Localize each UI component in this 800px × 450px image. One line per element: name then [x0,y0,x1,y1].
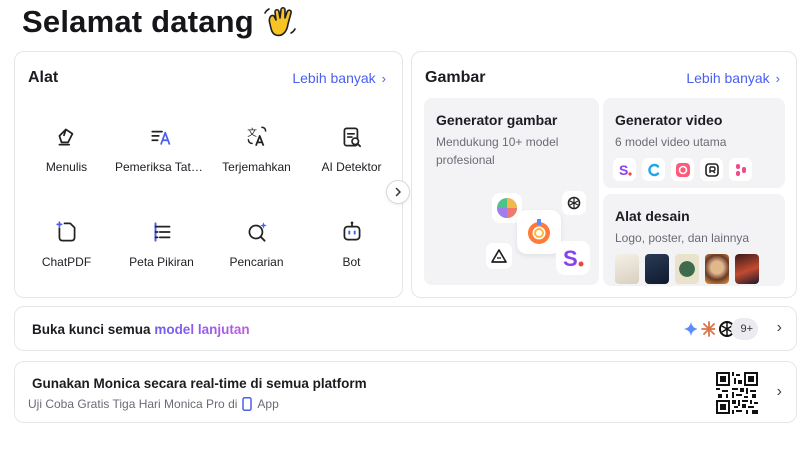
translate-icon: 文 [247,126,266,146]
bot-icon [343,221,360,241]
tool-label: Bot [342,255,361,269]
unlock-text-highlight: model lanjutan [154,322,250,337]
s-logo-icon: S [563,246,584,271]
tools-card-title: Alat [28,69,59,86]
waving-hand-icon [264,6,296,37]
tool-translate[interactable]: 文 Terjemahkan [209,120,304,215]
design-tools-desc: Logo, poster, dan lainnya [615,231,750,245]
chevron-right-icon [395,187,401,197]
svg-text:S: S [619,162,628,178]
tool-label: ChatPDF [41,255,92,269]
design-thumbnail [735,254,759,284]
video-model-chip [671,158,694,181]
image-generator-title: Generator gambar [436,112,558,128]
tool-grammar[interactable]: Pemeriksa Tata Bahasa [114,120,209,215]
ai-detector-icon [343,127,361,148]
hailuo-logo-icon [735,163,746,176]
video-model-chip: S [613,158,636,181]
tool-mind-map[interactable]: Peta Pikiran [114,215,209,310]
images-more-label: Lebih banyak [686,70,770,86]
image-generator-tile[interactable]: Generator gambar Mendukung 10+ model pro… [424,98,599,285]
design-tools-title: Alat desain [615,208,690,224]
realtime-subtitle: Uji Coba Gratis Tiga Hari Monica Pro di … [28,397,279,411]
triangle-logo-icon [491,249,507,263]
video-model-chip [642,158,665,181]
svg-text:S: S [563,246,578,271]
welcome-heading: Selamat datang [22,4,254,39]
tool-label: Peta Pikiran [129,255,194,269]
tool-ai-detector[interactable]: AI Detektor [304,120,399,215]
images-card-title: Gambar [425,69,486,86]
model-logo-tile [562,191,586,215]
design-tools-tile[interactable]: Alat desain Logo, poster, dan lainnya [603,194,785,286]
tools-more-label: Lebih banyak [292,70,376,86]
chevron-right-icon: › [381,70,386,86]
tool-label: Pemeriksa Tata Bahasa [115,160,208,174]
video-generator-title: Generator video [615,112,723,128]
chevron-right-icon: › [776,383,782,400]
unlock-models-banner[interactable]: Buka kunci semua model lanjutan 9+ › [14,306,797,351]
generator-logo-icon [528,219,550,244]
realtime-subtitle-suffix: App [257,397,279,411]
unlock-text-prefix: Buka kunci semua [32,322,151,337]
tool-label: Terjemahkan [222,160,291,174]
tool-bot[interactable]: Bot [304,215,399,310]
design-thumbnail [705,254,729,284]
images-more-link[interactable]: Lebih banyak › [686,70,780,86]
tool-chatpdf[interactable]: ChatPDF [19,215,114,310]
s-logo-icon: S [619,162,632,178]
model-logo-tile [517,210,561,254]
model-logos: 9+ [679,316,758,342]
video-generator-desc: 6 model video utama [615,135,727,149]
design-thumbnail [675,254,699,284]
tools-card: Alat Lebih banyak › Menulis Pemeriksa Ta… [14,51,403,298]
tool-label: Menulis [45,160,88,174]
svg-text:文: 文 [247,126,257,139]
c-logo-icon [647,163,659,176]
tool-label: Pencarian [229,255,284,269]
realtime-title: Gunakan Monica secara real-time di semua… [32,376,367,391]
chevron-right-icon: › [775,70,780,86]
video-model-chip [700,158,723,181]
openai-logo-icon [567,196,581,210]
color-wheel-icon [497,198,517,218]
model-count-badge: 9+ [731,318,758,340]
images-card: Gambar Lebih banyak › Generator gambar M… [411,51,797,298]
mind-map-icon [154,222,170,242]
tool-search[interactable]: Pencarian [209,215,304,310]
pika-logo-icon [675,162,690,177]
chatpdf-icon [55,221,75,242]
tool-write[interactable]: Menulis [19,120,114,215]
grammar-check-icon [150,130,170,145]
phone-icon [242,397,253,411]
video-model-chip [729,158,752,181]
page-title: Selamat datang [22,2,298,42]
pen-icon [58,128,73,146]
search-sparkle-icon [248,222,267,242]
realtime-subtitle-prefix: Uji Coba Gratis Tiga Hari Monica Pro di [28,397,238,411]
design-thumbnail [645,254,669,284]
image-generator-desc: Mendukung 10+ model profesional [436,135,559,167]
video-generator-tile[interactable]: Generator video 6 model video utama S [603,98,785,188]
tools-more-link[interactable]: Lebih banyak › [292,70,386,86]
tool-label: AI Detektor [321,160,382,174]
realtime-platforms-banner[interactable]: Gunakan Monica secara real-time di semua… [14,361,797,423]
chevron-right-icon: › [776,319,782,336]
model-logo-tile: S [556,241,590,275]
carousel-next-button[interactable] [386,180,410,204]
runway-logo-icon [704,162,719,177]
unlock-models-text: Buka kunci semua model lanjutan [32,322,250,337]
design-thumbnail [615,254,639,284]
qr-code-icon [716,372,758,414]
model-logo-tile [486,243,512,269]
